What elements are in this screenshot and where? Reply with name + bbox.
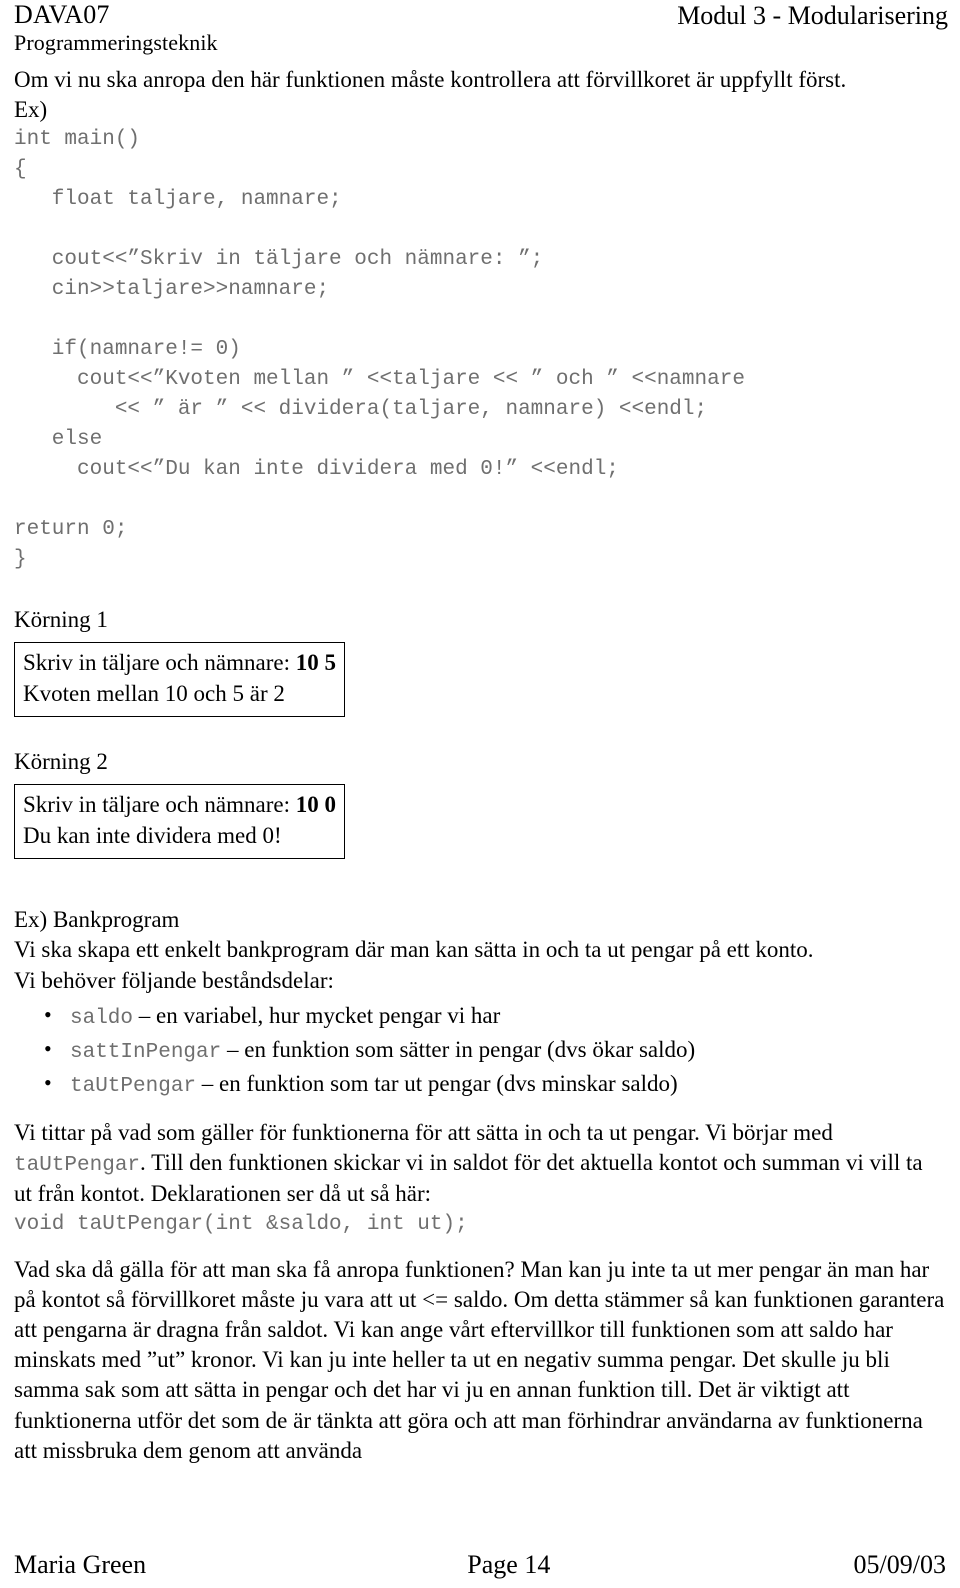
run1-line-2: Kvoten mellan 10 och 5 är 2 bbox=[23, 680, 285, 706]
bank-intro: Vi ska skapa ett enkelt bankprogram där … bbox=[14, 937, 814, 963]
bank-paragraph-2: Vi tittar på vad som gäller för funktion… bbox=[14, 1118, 946, 1210]
run1-prompt: Skriv in täljare och nämnare: bbox=[23, 650, 296, 676]
run2-line-2: Du kan inte dividera med 0! bbox=[23, 822, 282, 848]
bullet-code-saldo: saldo bbox=[70, 1006, 134, 1030]
bullet-desc-sattinpengar: – en funktion som sätter in pengar (dvs … bbox=[221, 1036, 696, 1062]
bullet-desc-saldo: – en variabel, hur mycket pengar vi har bbox=[133, 1002, 501, 1028]
intro-paragraph: Om vi nu ska anropa den här funktionen m… bbox=[14, 67, 847, 92]
bullet-code-sattinpengar: sattInPengar bbox=[70, 1040, 222, 1064]
footer-date: 05/09/03 bbox=[853, 1550, 946, 1579]
bank-para2-part-b: . Till den funktionen skickar vi in sald… bbox=[14, 1149, 923, 1207]
page-content: Om vi nu ska anropa den här funktionen m… bbox=[0, 58, 960, 1466]
bullet-code-tautpengar: taUtPengar bbox=[70, 1074, 197, 1098]
bank-paragraph-3: Vad ska då gälla för att man ska få anro… bbox=[14, 1256, 945, 1463]
header-left-block: DAVA07 Programmeringsteknik bbox=[14, 0, 218, 56]
example-label: Ex) bbox=[14, 97, 48, 123]
bank-needs-label: Vi behöver följande beståndsdelar: bbox=[14, 967, 334, 993]
run1-line-1: Skriv in täljare och nämnare: 10 5 bbox=[23, 648, 336, 679]
run1-title: Körning 1 bbox=[14, 607, 108, 633]
run2-input: 10 0 bbox=[295, 792, 336, 818]
run1-console-output: Skriv in täljare och nämnare: 10 5 Kvote… bbox=[14, 642, 345, 718]
header-subject: Programmeringsteknik bbox=[14, 30, 218, 56]
list-item: taUtPengar – en funktion som tar ut peng… bbox=[44, 1067, 946, 1102]
list-item: sattInPengar – en funktion som sätter in… bbox=[44, 1033, 946, 1068]
run2-title: Körning 2 bbox=[14, 749, 108, 775]
run2-prompt: Skriv in täljare och nämnare: bbox=[23, 792, 296, 818]
run2-console-output: Skriv in täljare och nämnare: 10 0 Du ka… bbox=[14, 784, 345, 860]
document-page: DAVA07 Programmeringsteknik Modul 3 - Mo… bbox=[0, 0, 960, 1588]
bank-components-list: saldo – en variabel, hur mycket pengar v… bbox=[14, 999, 946, 1102]
bank-heading: Ex) Bankprogram bbox=[14, 907, 180, 933]
header-course-code: DAVA07 bbox=[14, 0, 110, 29]
bullet-desc-tautpengar: – en funktion som tar ut pengar (dvs min… bbox=[196, 1070, 678, 1096]
footer-author: Maria Green bbox=[14, 1550, 147, 1579]
page-header: DAVA07 Programmeringsteknik Modul 3 - Mo… bbox=[0, 0, 960, 58]
footer-page-number: Page 14 bbox=[467, 1550, 551, 1579]
function-declaration: void taUtPengar(int &saldo, int ut); bbox=[14, 1212, 468, 1236]
page-footer: Maria Green Page 14 05/09/03 bbox=[0, 1550, 960, 1580]
run2-line-1: Skriv in täljare och nämnare: 10 0 bbox=[23, 790, 336, 821]
bank-para2-code: taUtPengar bbox=[14, 1153, 141, 1177]
run1-input: 10 5 bbox=[295, 650, 336, 676]
header-module-title: Modul 3 - Modularisering bbox=[677, 1, 948, 30]
bank-para2-part-a: Vi tittar på vad som gäller för funktion… bbox=[14, 1119, 833, 1145]
code-block-main: int main() { float taljare, namnare; cou… bbox=[14, 128, 745, 572]
list-item: saldo – en variabel, hur mycket pengar v… bbox=[44, 999, 946, 1034]
